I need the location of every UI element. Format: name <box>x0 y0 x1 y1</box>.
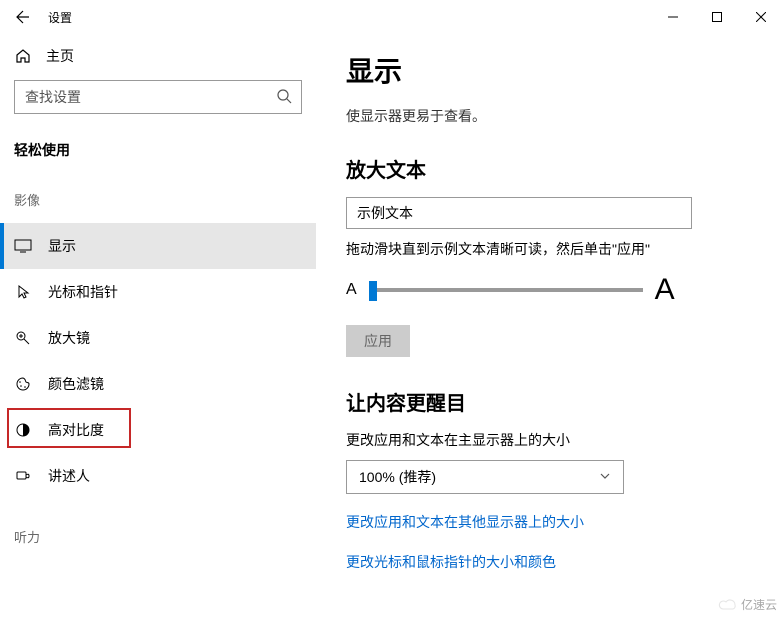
sidebar-item-display[interactable]: 显示 <box>0 223 316 269</box>
main-content: 显示 使显示器更易于查看。 放大文本 示例文本 拖动滑块直到示例文本清晰可读，然… <box>316 34 783 619</box>
text-size-slider[interactable] <box>369 288 643 292</box>
chevron-down-icon <box>599 469 611 485</box>
back-arrow-icon <box>14 9 30 25</box>
search-icon <box>276 88 292 109</box>
watermark: 亿速云 <box>717 596 777 613</box>
sidebar-item-label: 光标和指针 <box>48 282 118 302</box>
sidebar-item-label: 显示 <box>48 236 76 256</box>
section-title: 轻松使用 <box>0 132 316 180</box>
palette-icon <box>14 376 32 392</box>
sidebar-item-magnifier[interactable]: 放大镜 <box>0 315 316 361</box>
sidebar-item-label: 颜色滤镜 <box>48 374 104 394</box>
sidebar-item-label: 放大镜 <box>48 328 90 348</box>
big-a-label: A <box>655 273 675 307</box>
prominent-heading: 让内容更醒目 <box>346 387 753 416</box>
sample-text-box: 示例文本 <box>346 197 692 229</box>
link-other-displays[interactable]: 更改应用和文本在其他显示器上的大小 <box>346 512 584 532</box>
page-title: 显示 <box>346 50 753 90</box>
sidebar-item-label: 讲述人 <box>48 466 90 486</box>
close-button[interactable] <box>739 0 783 34</box>
search-input[interactable] <box>14 80 302 114</box>
enlarge-text-heading: 放大文本 <box>346 154 753 183</box>
sidebar-item-label: 高对比度 <box>48 420 104 440</box>
cursor-icon <box>14 284 32 300</box>
sample-text: 示例文本 <box>357 203 413 223</box>
home-link[interactable]: 主页 <box>0 34 316 80</box>
sidebar: 主页 轻松使用 影像 显示 光标和指针 放大镜 颜色滤镜 高对比度 <box>0 34 316 619</box>
minimize-button[interactable] <box>651 0 695 34</box>
sidebar-item-narrator[interactable]: 讲述人 <box>0 453 316 499</box>
link-cursor-settings[interactable]: 更改光标和鼠标指针的大小和颜色 <box>346 552 556 572</box>
sidebar-item-cursor[interactable]: 光标和指针 <box>0 269 316 315</box>
small-a-label: A <box>346 281 357 299</box>
contrast-icon <box>14 422 32 438</box>
magnifier-icon <box>14 330 32 346</box>
scale-value: 100% (推荐) <box>359 467 436 487</box>
window-title: 设置 <box>48 9 72 26</box>
monitor-icon <box>14 238 32 254</box>
home-icon <box>14 48 32 64</box>
narrator-icon <box>14 468 32 484</box>
apply-button[interactable]: 应用 <box>346 325 410 357</box>
slider-description: 拖动滑块直到示例文本清晰可读，然后单击"应用" <box>346 239 753 259</box>
maximize-button[interactable] <box>695 0 739 34</box>
sidebar-item-high-contrast[interactable]: 高对比度 <box>0 407 316 453</box>
back-button[interactable] <box>0 0 44 34</box>
slider-thumb[interactable] <box>369 281 377 301</box>
scale-dropdown[interactable]: 100% (推荐) <box>346 460 624 494</box>
home-label: 主页 <box>46 46 74 66</box>
page-description: 使显示器更易于查看。 <box>346 106 753 126</box>
sidebar-item-color-filters[interactable]: 颜色滤镜 <box>0 361 316 407</box>
group-visual-label: 影像 <box>0 180 316 223</box>
scale-description: 更改应用和文本在主显示器上的大小 <box>346 430 753 450</box>
group-hearing-label: 听力 <box>0 517 316 560</box>
